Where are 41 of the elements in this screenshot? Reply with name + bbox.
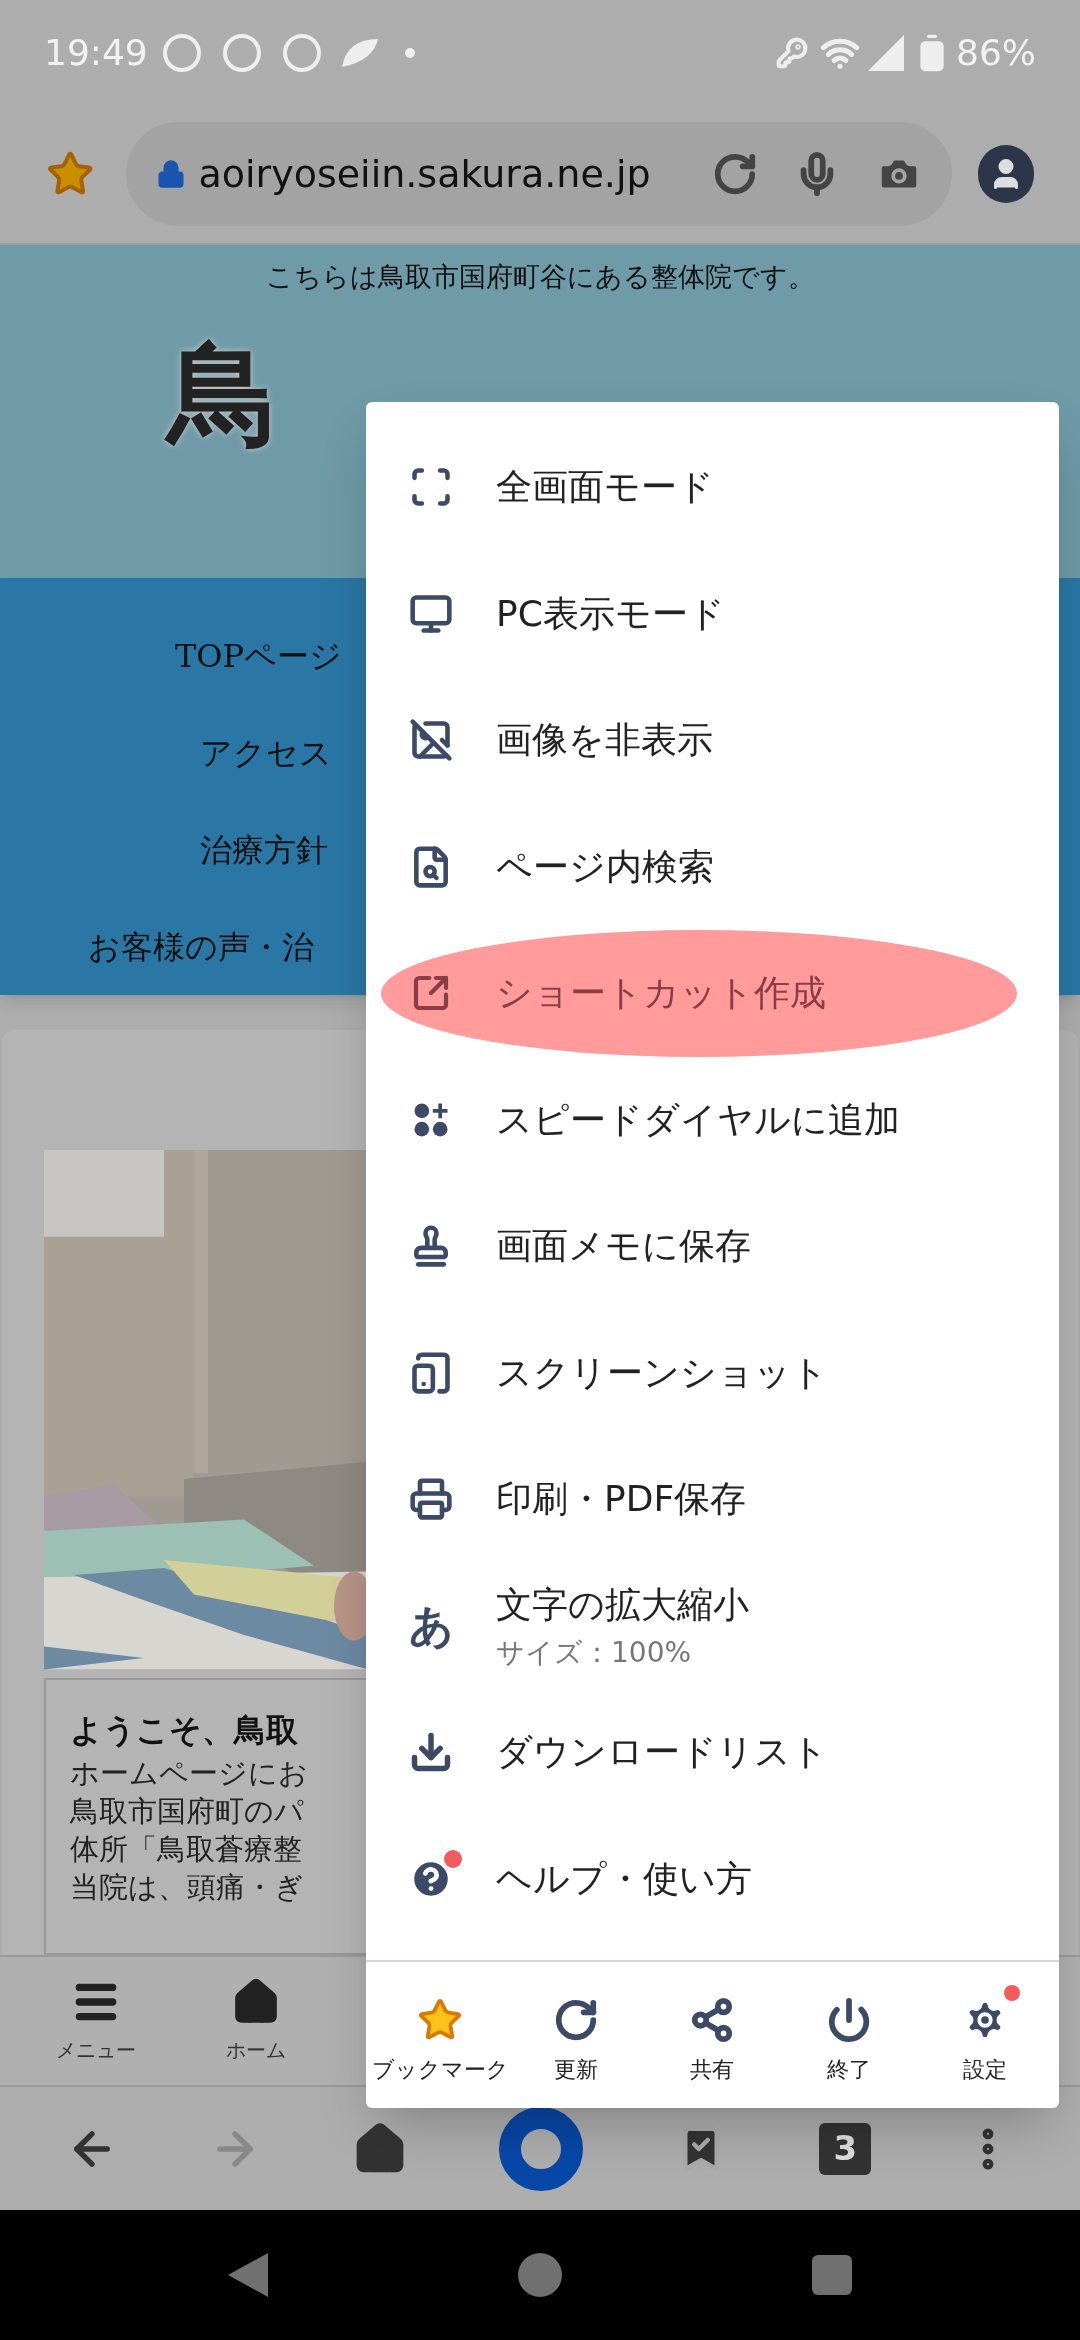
site-nav-button[interactable]: ホーム bbox=[226, 1977, 286, 2065]
welcome-text: 当院は、頭痛・ぎ bbox=[70, 1868, 305, 1906]
menu-item[interactable]: ショートカット作成 bbox=[381, 930, 1017, 1057]
menu-action[interactable]: 設定 bbox=[919, 1984, 1050, 2086]
menu-item[interactable]: スクリーンショット bbox=[366, 1309, 1059, 1436]
clock: 19:49 bbox=[44, 30, 148, 75]
menu-item[interactable]: ダウンロードリスト bbox=[366, 1689, 1059, 1816]
site-nav-button[interactable]: メニュー bbox=[56, 1977, 136, 2065]
url-text: aoiryoseiin.sakura.ne.jp bbox=[198, 150, 652, 198]
screenshot-icon bbox=[409, 1350, 453, 1395]
tagline: こちらは鳥取市国府町谷にある整体院です。 bbox=[264, 260, 816, 294]
home-nav-icon[interactable] bbox=[518, 2253, 562, 2297]
lock-icon bbox=[156, 159, 187, 189]
menu-action[interactable]: ブックマーク bbox=[375, 1984, 506, 2086]
welcome-title: ようこそ、鳥取 bbox=[70, 1709, 299, 1751]
menu-item[interactable]: ヘルプ・使い方 bbox=[366, 1815, 1059, 1942]
image-off-icon bbox=[409, 718, 453, 763]
menu-item[interactable]: 印刷・PDF保存 bbox=[366, 1436, 1059, 1563]
printer-icon bbox=[409, 1477, 453, 1522]
menu-action[interactable]: 終了 bbox=[783, 1984, 914, 2086]
welcome-text: ホームページにお bbox=[70, 1754, 309, 1792]
menu-item[interactable]: PC表示モード bbox=[366, 550, 1059, 677]
menu-item[interactable]: スピードダイヤルに追加 bbox=[366, 1056, 1059, 1183]
menu-item[interactable]: あ 文字の拡大縮小 サイズ：100% bbox=[366, 1562, 1059, 1689]
menu-sublabel: サイズ：100% bbox=[496, 1634, 693, 1671]
welcome-text: 鳥取市国府町のパ bbox=[70, 1792, 305, 1830]
menu-action[interactable]: 更新 bbox=[511, 1984, 642, 2086]
tab-count[interactable]: 3 bbox=[819, 2122, 872, 2175]
leaf-icon bbox=[339, 36, 380, 69]
welcome-text: 体所「鳥取蒼療整 bbox=[70, 1830, 303, 1868]
menu-action[interactable]: 共有 bbox=[647, 1984, 778, 2086]
signal-icon bbox=[868, 34, 904, 71]
back-nav-icon[interactable] bbox=[228, 2253, 268, 2297]
battery-level: 86% bbox=[956, 30, 1036, 75]
menu-item[interactable]: ページ内検索 bbox=[366, 803, 1059, 930]
key-icon bbox=[776, 36, 808, 69]
address-field[interactable]: aoiryoseiin.sakura.ne.jp bbox=[126, 122, 952, 226]
menu-item[interactable]: 画面メモに保存 bbox=[366, 1183, 1059, 1310]
menu-item[interactable]: 画像を非表示 bbox=[366, 677, 1059, 804]
hiragana-icon: あ bbox=[408, 1592, 454, 1659]
dot-icon bbox=[403, 46, 416, 59]
